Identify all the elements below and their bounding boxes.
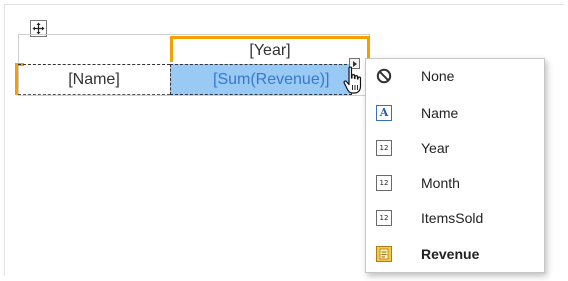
menu-item-label: Year <box>421 140 450 156</box>
menu-item-label: Revenue <box>421 246 480 262</box>
number-field-icon: 12 <box>376 175 392 191</box>
menu-item-month[interactable]: 12 Month <box>366 168 544 198</box>
row-group-label: [Name] <box>68 70 120 88</box>
menu-item-label: Month <box>421 175 460 191</box>
menu-item-label: ItemsSold <box>421 210 484 226</box>
number-field-icon: 12 <box>376 210 392 226</box>
menu-item-name[interactable]: A Name <box>366 98 544 128</box>
menu-item-label: None <box>421 68 455 84</box>
none-icon <box>376 68 392 84</box>
number-field-icon: 12 <box>376 140 392 156</box>
currency-field-icon <box>376 246 392 262</box>
data-cell-label: [Sum(Revenue)] <box>213 70 330 88</box>
menu-item-revenue[interactable]: Revenue <box>366 239 544 269</box>
menu-item-year[interactable]: 12 Year <box>366 133 544 163</box>
row-group-cell-name[interactable]: [Name] <box>18 64 170 95</box>
column-group-label: [Year] <box>249 41 291 59</box>
hand-pointer-cursor-icon <box>343 66 362 94</box>
text-field-icon: A <box>376 105 392 121</box>
data-cell-sum-revenue[interactable]: [Sum(Revenue)] <box>170 64 352 95</box>
menu-item-itemssold[interactable]: 12 ItemsSold <box>366 203 544 233</box>
menu-item-none[interactable]: None <box>366 61 544 91</box>
column-group-cell-year[interactable]: [Year] <box>170 36 370 62</box>
menu-item-label: Name <box>421 105 459 121</box>
field-selection-menu: None A Name 12 Year 12 Month 12 ItemsSol… <box>365 58 545 273</box>
